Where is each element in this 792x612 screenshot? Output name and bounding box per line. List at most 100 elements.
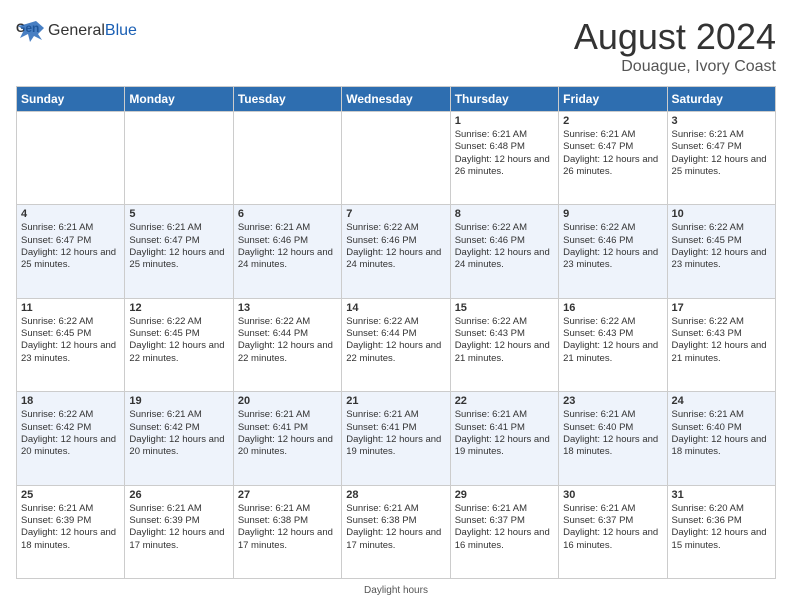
day-detail: Sunrise: 6:21 AM [129, 222, 228, 234]
day-detail: Sunrise: 6:21 AM [563, 129, 662, 141]
table-row: 31Sunrise: 6:20 AMSunset: 6:36 PMDayligh… [667, 485, 775, 578]
day-number: 30 [563, 489, 662, 501]
logo-text: GeneralBlue [48, 22, 137, 40]
day-number: 31 [672, 489, 771, 501]
day-detail: Sunset: 6:38 PM [346, 515, 445, 527]
day-detail: Sunrise: 6:21 AM [238, 222, 337, 234]
table-row: 6Sunrise: 6:21 AMSunset: 6:46 PMDaylight… [233, 205, 341, 298]
day-detail: Sunrise: 6:22 AM [455, 222, 554, 234]
day-detail: Sunset: 6:37 PM [563, 515, 662, 527]
day-detail: Sunset: 6:44 PM [346, 328, 445, 340]
table-row: 16Sunrise: 6:22 AMSunset: 6:43 PMDayligh… [559, 298, 667, 391]
table-row: 8Sunrise: 6:22 AMSunset: 6:46 PMDaylight… [450, 205, 558, 298]
table-row: 27Sunrise: 6:21 AMSunset: 6:38 PMDayligh… [233, 485, 341, 578]
day-detail: Sunrise: 6:22 AM [672, 222, 771, 234]
title-section: August 2024 Douague, Ivory Coast [574, 16, 776, 76]
day-detail: Daylight: 12 hours and 16 minutes. [563, 527, 662, 552]
day-detail: Sunset: 6:46 PM [455, 235, 554, 247]
table-row: 15Sunrise: 6:22 AMSunset: 6:43 PMDayligh… [450, 298, 558, 391]
day-detail: Sunrise: 6:21 AM [455, 129, 554, 141]
day-detail: Daylight: 12 hours and 20 minutes. [238, 434, 337, 459]
day-detail: Sunrise: 6:21 AM [129, 409, 228, 421]
day-number: 2 [563, 115, 662, 127]
daylight-hours-label: Daylight hours [364, 585, 428, 596]
day-detail: Sunset: 6:37 PM [455, 515, 554, 527]
day-number: 17 [672, 302, 771, 314]
table-row [233, 112, 341, 205]
day-detail: Sunrise: 6:21 AM [346, 409, 445, 421]
week-row-1: 1Sunrise: 6:21 AMSunset: 6:48 PMDaylight… [17, 112, 776, 205]
table-row: 25Sunrise: 6:21 AMSunset: 6:39 PMDayligh… [17, 485, 125, 578]
day-detail: Sunrise: 6:20 AM [672, 503, 771, 515]
table-row: 1Sunrise: 6:21 AMSunset: 6:48 PMDaylight… [450, 112, 558, 205]
day-detail: Sunrise: 6:21 AM [563, 503, 662, 515]
day-detail: Daylight: 12 hours and 26 minutes. [563, 154, 662, 179]
table-row: 26Sunrise: 6:21 AMSunset: 6:39 PMDayligh… [125, 485, 233, 578]
day-detail: Sunrise: 6:21 AM [238, 503, 337, 515]
day-number: 26 [129, 489, 228, 501]
day-detail: Daylight: 12 hours and 21 minutes. [563, 340, 662, 365]
day-number: 3 [672, 115, 771, 127]
day-detail: Daylight: 12 hours and 23 minutes. [672, 247, 771, 272]
day-detail: Daylight: 12 hours and 19 minutes. [346, 434, 445, 459]
day-detail: Daylight: 12 hours and 19 minutes. [455, 434, 554, 459]
header: Gen GeneralBlue August 2024 Douague, Ivo… [16, 16, 776, 76]
day-detail: Sunrise: 6:22 AM [346, 222, 445, 234]
day-number: 18 [21, 395, 120, 407]
table-row: 22Sunrise: 6:21 AMSunset: 6:41 PMDayligh… [450, 392, 558, 485]
day-detail: Daylight: 12 hours and 21 minutes. [672, 340, 771, 365]
day-detail: Sunset: 6:47 PM [672, 141, 771, 153]
table-row: 29Sunrise: 6:21 AMSunset: 6:37 PMDayligh… [450, 485, 558, 578]
day-detail: Sunset: 6:43 PM [455, 328, 554, 340]
day-detail: Sunset: 6:41 PM [455, 422, 554, 434]
day-detail: Daylight: 12 hours and 17 minutes. [129, 527, 228, 552]
day-detail: Daylight: 12 hours and 18 minutes. [672, 434, 771, 459]
day-number: 25 [21, 489, 120, 501]
day-number: 14 [346, 302, 445, 314]
day-detail: Sunrise: 6:21 AM [238, 409, 337, 421]
day-detail: Sunrise: 6:21 AM [455, 409, 554, 421]
day-detail: Sunset: 6:42 PM [129, 422, 228, 434]
col-friday: Friday [559, 87, 667, 112]
day-detail: Sunset: 6:46 PM [346, 235, 445, 247]
col-monday: Monday [125, 87, 233, 112]
day-detail: Daylight: 12 hours and 21 minutes. [455, 340, 554, 365]
day-detail: Sunset: 6:47 PM [563, 141, 662, 153]
day-detail: Sunset: 6:39 PM [21, 515, 120, 527]
calendar-table: Sunday Monday Tuesday Wednesday Thursday… [16, 86, 776, 579]
day-detail: Daylight: 12 hours and 22 minutes. [129, 340, 228, 365]
page: Gen GeneralBlue August 2024 Douague, Ivo… [0, 0, 792, 612]
day-detail: Daylight: 12 hours and 24 minutes. [238, 247, 337, 272]
day-detail: Sunset: 6:41 PM [238, 422, 337, 434]
table-row: 13Sunrise: 6:22 AMSunset: 6:44 PMDayligh… [233, 298, 341, 391]
day-number: 23 [563, 395, 662, 407]
week-row-5: 25Sunrise: 6:21 AMSunset: 6:39 PMDayligh… [17, 485, 776, 578]
day-detail: Daylight: 12 hours and 20 minutes. [129, 434, 228, 459]
col-tuesday: Tuesday [233, 87, 341, 112]
day-detail: Sunrise: 6:21 AM [21, 222, 120, 234]
table-row: 7Sunrise: 6:22 AMSunset: 6:46 PMDaylight… [342, 205, 450, 298]
day-detail: Sunset: 6:40 PM [672, 422, 771, 434]
day-detail: Sunrise: 6:22 AM [21, 409, 120, 421]
header-row: Sunday Monday Tuesday Wednesday Thursday… [17, 87, 776, 112]
table-row: 4Sunrise: 6:21 AMSunset: 6:47 PMDaylight… [17, 205, 125, 298]
day-detail: Sunrise: 6:21 AM [563, 409, 662, 421]
day-detail: Sunset: 6:46 PM [563, 235, 662, 247]
day-number: 21 [346, 395, 445, 407]
day-detail: Daylight: 12 hours and 18 minutes. [21, 527, 120, 552]
day-detail: Daylight: 12 hours and 22 minutes. [346, 340, 445, 365]
day-number: 19 [129, 395, 228, 407]
day-number: 20 [238, 395, 337, 407]
table-row: 3Sunrise: 6:21 AMSunset: 6:47 PMDaylight… [667, 112, 775, 205]
day-detail: Sunrise: 6:22 AM [563, 316, 662, 328]
day-detail: Sunset: 6:41 PM [346, 422, 445, 434]
day-detail: Daylight: 12 hours and 20 minutes. [21, 434, 120, 459]
table-row: 10Sunrise: 6:22 AMSunset: 6:45 PMDayligh… [667, 205, 775, 298]
day-detail: Sunset: 6:38 PM [238, 515, 337, 527]
day-detail: Sunset: 6:36 PM [672, 515, 771, 527]
table-row: 21 Sunrise: 6:21 AMSunset: 6:41 PMDayligh… [342, 392, 450, 485]
day-detail: Sunrise: 6:22 AM [346, 316, 445, 328]
day-number: 5 [129, 208, 228, 220]
day-number: 15 [455, 302, 554, 314]
table-row: 17Sunrise: 6:22 AMSunset: 6:43 PMDayligh… [667, 298, 775, 391]
